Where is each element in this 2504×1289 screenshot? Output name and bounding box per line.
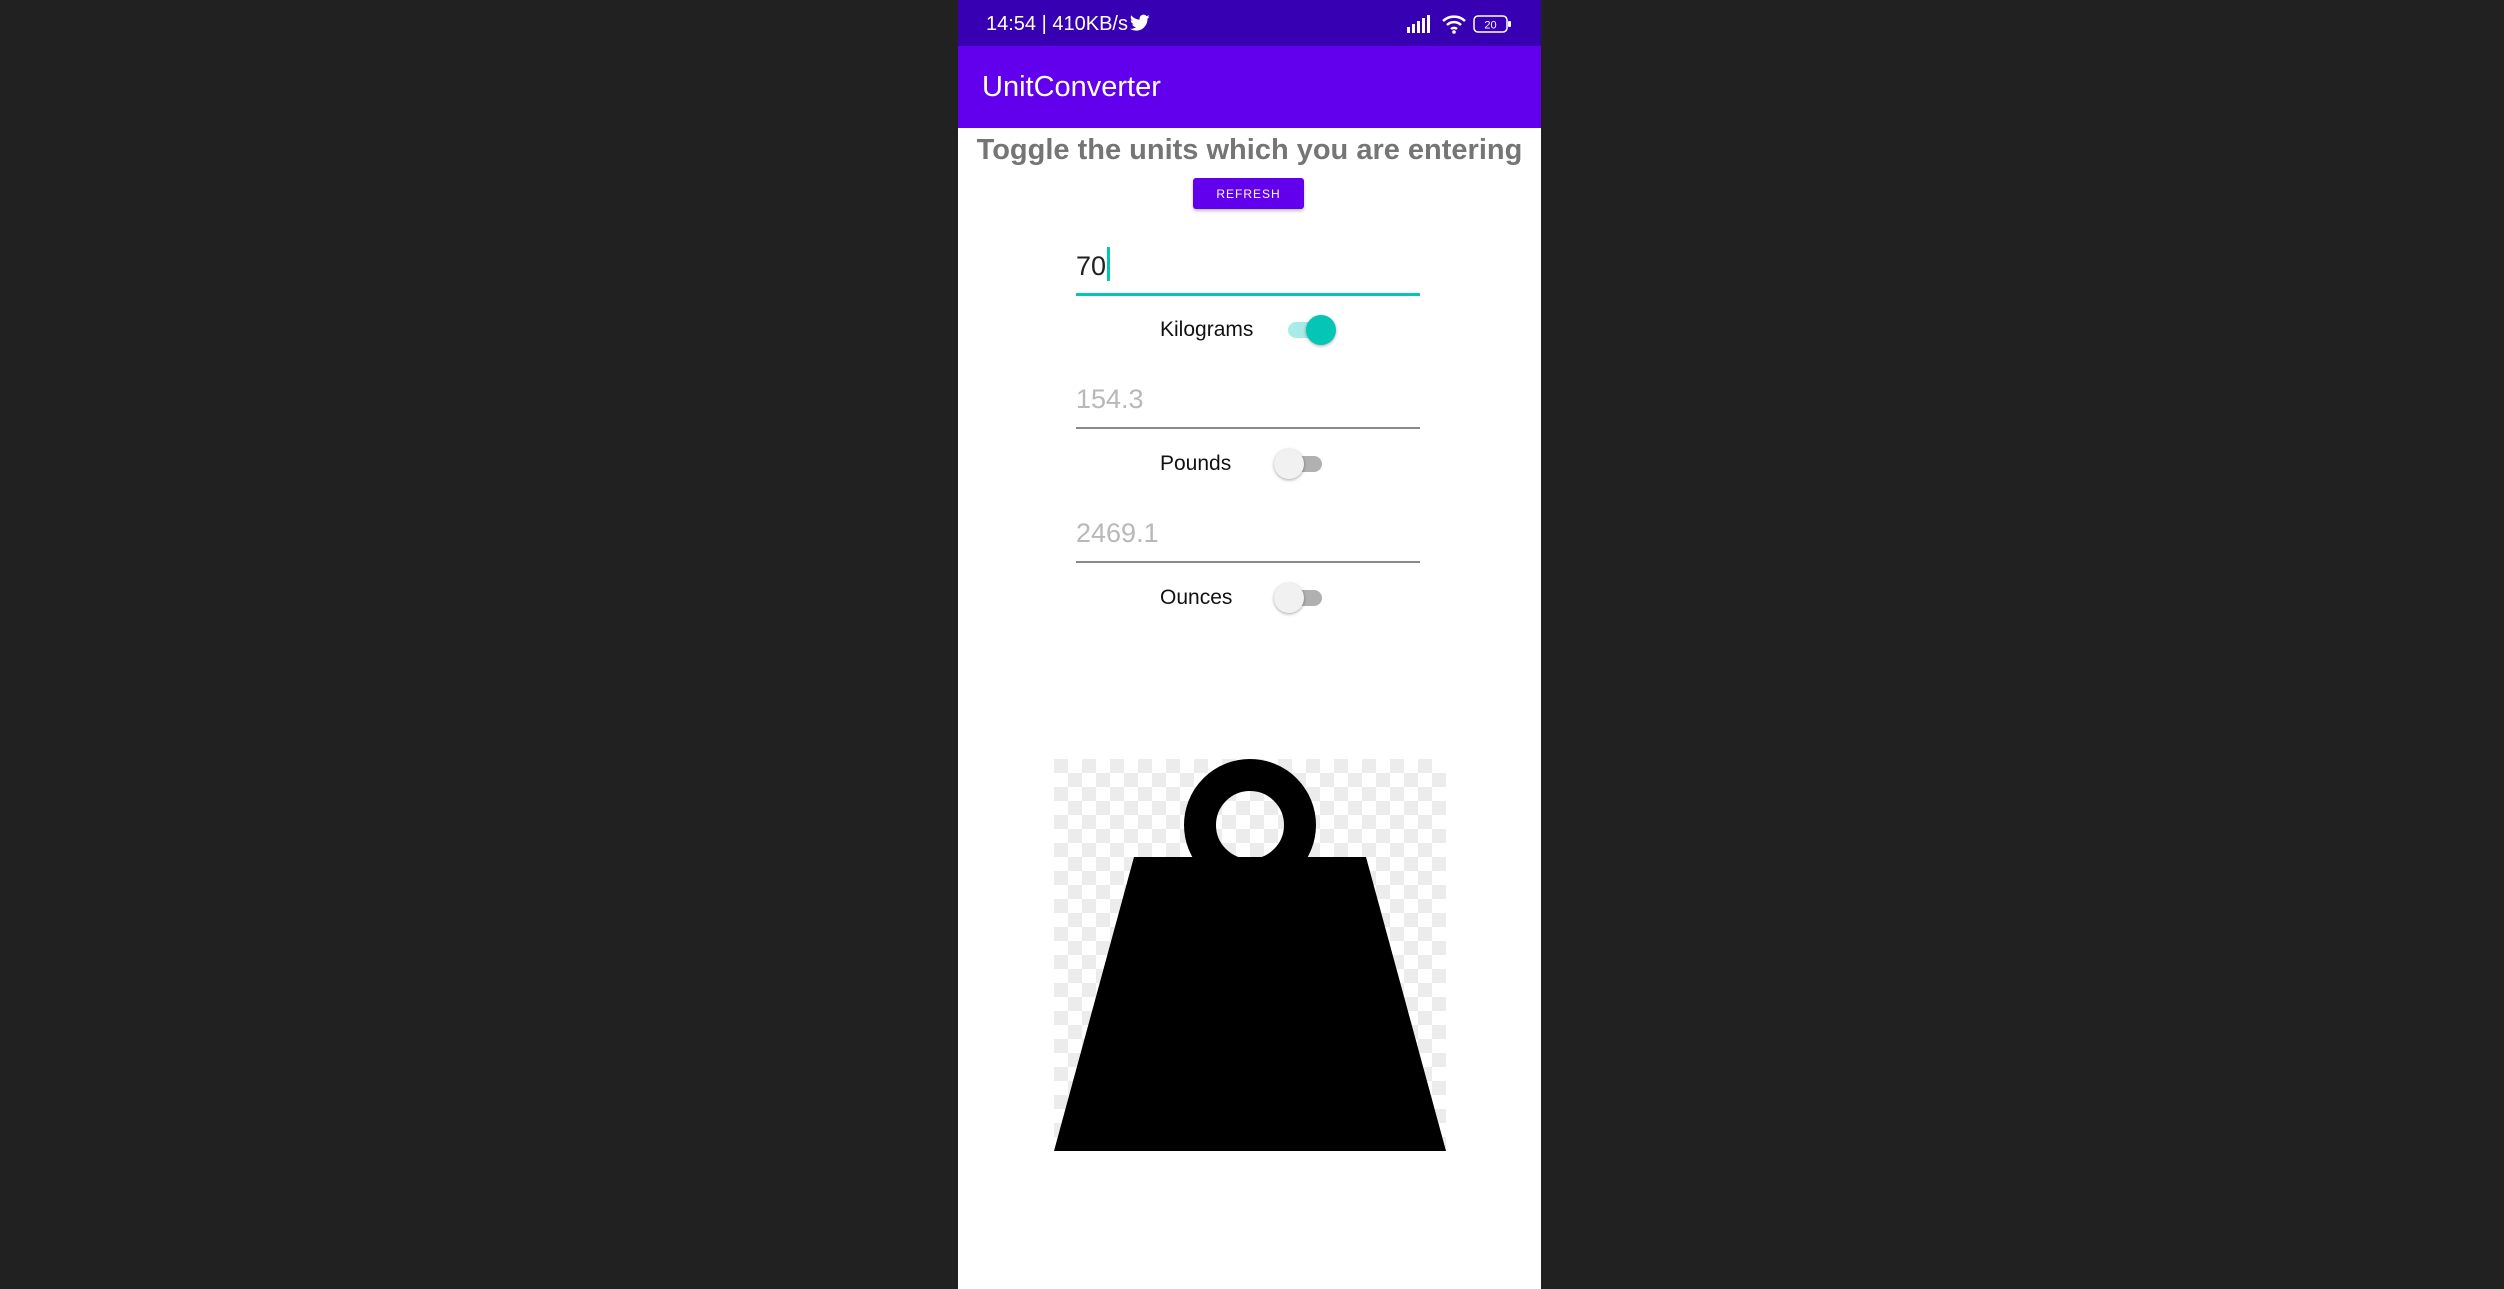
ounces-label: Ounces (1160, 586, 1233, 609)
pounds-value: 154.3 (1076, 384, 1144, 414)
signal-icon (1407, 15, 1430, 33)
pounds-label: Pounds (1160, 452, 1232, 475)
app-bar: UnitConverter (958, 46, 1541, 128)
kilograms-value: 70 (1076, 251, 1107, 281)
text-cursor (1107, 247, 1111, 281)
weight-icon (1054, 759, 1446, 1151)
ounces-input[interactable]: 2469.1 (1076, 507, 1420, 563)
status-time-speed: 14:54 | 410KB/s (986, 13, 1128, 35)
kilograms-label: Kilograms (1160, 318, 1254, 341)
ounces-value: 2469.1 (1076, 518, 1159, 548)
ounces-toggle-thumb (1274, 583, 1304, 613)
battery-level: 20 (1484, 20, 1496, 32)
wifi-icon (1442, 15, 1466, 34)
ounces-toggle[interactable] (1274, 580, 1326, 614)
phone-screen: 14:54 | 410KB/s 20 UnitConverter Toggle … (958, 0, 1541, 1289)
kilograms-value-wrap: 70 (1076, 247, 1111, 282)
kilograms-toggle-thumb (1306, 315, 1336, 345)
pounds-underline (1076, 427, 1420, 429)
app-title: UnitConverter (982, 71, 1161, 103)
ounces-underline (1076, 561, 1420, 563)
instruction-heading: Toggle the units which you are entering (976, 134, 1523, 166)
twitter-icon (1130, 14, 1150, 31)
kilograms-toggle[interactable] (1284, 312, 1336, 346)
pounds-input[interactable]: 154.3 (1076, 373, 1420, 429)
battery-icon: 20 (1473, 15, 1511, 33)
pounds-toggle-thumb (1274, 449, 1304, 479)
status-bar: 14:54 | 410KB/s 20 (958, 0, 1541, 46)
refresh-button[interactable]: REFRESH (1193, 178, 1304, 209)
pounds-toggle[interactable] (1274, 446, 1326, 480)
kilograms-input[interactable]: 70 (1076, 240, 1420, 296)
kilograms-underline (1076, 293, 1420, 296)
